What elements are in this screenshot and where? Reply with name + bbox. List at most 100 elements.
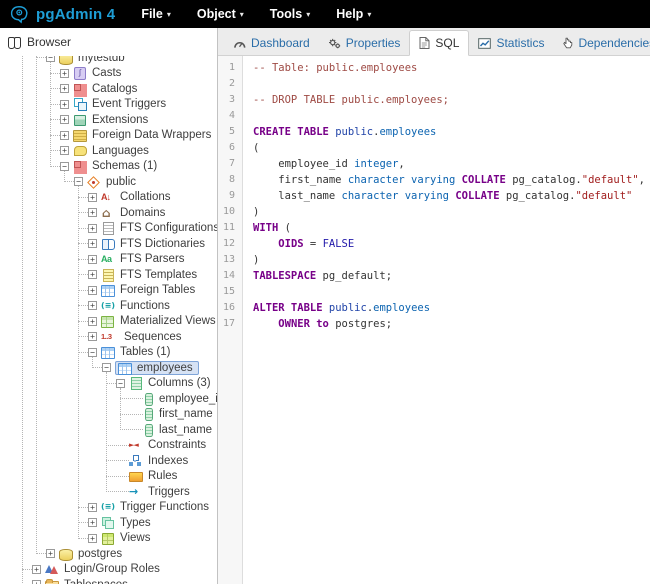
expand-toggle[interactable]: + [32,580,41,584]
tree-row[interactable]: +Materialized Views [0,314,217,330]
expand-toggle[interactable]: + [60,146,69,155]
tree-item-label[interactable]: Domains [118,207,167,219]
tree-row[interactable]: + FTS Parsers [0,252,217,268]
menu-help[interactable]: Help▾ [336,7,371,21]
tree-item-label[interactable]: Languages [90,145,151,157]
tree-row[interactable]: + FTS Dictionaries [0,236,217,252]
tree-item-label[interactable]: public [104,176,138,188]
expand-toggle[interactable]: + [88,239,97,248]
expand-toggle[interactable]: + [88,286,97,295]
tree-row[interactable]: + Types [0,515,217,531]
expand-toggle[interactable]: + [88,193,97,202]
tab-sql[interactable]: SQL [409,30,469,56]
tree-row[interactable]: Triggers [0,484,217,500]
tree-item-label[interactable]: FTS Parsers [118,253,187,265]
tree-item-label[interactable]: employees [135,362,195,374]
tree-item-label[interactable]: Constraints [146,439,208,451]
collapse-toggle[interactable]: − [116,379,125,388]
tree-item-label[interactable]: mytestdb [76,56,127,64]
tree-row[interactable]: +Trigger Functions [0,500,217,516]
tree-row[interactable]: + postgres [0,546,217,562]
tree-row[interactable]: + FTS Configurations [0,221,217,237]
collapse-toggle[interactable]: − [88,348,97,357]
expand-toggle[interactable]: + [60,100,69,109]
tree-item-label[interactable]: Types [118,517,153,529]
expand-toggle[interactable]: + [88,534,97,543]
tree-item-label[interactable]: Triggers [146,486,192,498]
expand-toggle[interactable]: + [60,131,69,140]
tab-properties[interactable]: Properties [319,31,410,55]
tree-row[interactable]: + Login/Group Roles [0,562,217,578]
tree-item-label[interactable]: Tablespaces [62,579,130,584]
expand-toggle[interactable]: + [88,255,97,264]
tree-item-label[interactable]: Functions [118,300,172,312]
tree-item-label[interactable]: Foreign Data Wrappers [90,129,213,141]
tree-row[interactable]: employee_id [0,391,217,407]
tree-item-label[interactable]: Extensions [90,114,150,126]
tree-row[interactable]: first_name [0,407,217,423]
tree-item-label[interactable]: Login/Group Roles [62,563,162,575]
tree-row[interactable]: − Schemas (1) [0,159,217,175]
tree-row[interactable]: + Tablespaces [0,577,217,584]
expand-toggle[interactable]: + [46,549,55,558]
tree-item-label[interactable]: Event Triggers [90,98,168,110]
tree-row[interactable]: + Event Triggers [0,97,217,113]
tree-row[interactable]: + Domains [0,205,217,221]
tree-row[interactable]: + Collations [0,190,217,206]
tree-item-label[interactable]: Catalogs [90,83,139,95]
expand-toggle[interactable]: + [60,69,69,78]
expand-toggle[interactable]: + [60,84,69,93]
tree-item-label[interactable]: Rules [146,470,179,482]
tree-row[interactable]: + FTS Templates [0,267,217,283]
expand-toggle[interactable]: + [88,208,97,217]
tree-item-label[interactable]: Columns (3) [146,377,213,389]
tree-item-label[interactable]: Tables (1) [118,346,173,358]
tree-row[interactable]: last_name [0,422,217,438]
tree-item-label[interactable]: employee_id [157,393,217,405]
tree-row[interactable]: Constraints [0,438,217,454]
tree-row[interactable]: + Extensions [0,112,217,128]
tree-item-label[interactable]: Schemas (1) [90,160,159,172]
menu-file[interactable]: File▾ [141,7,171,21]
tree-row[interactable]: + Casts [0,66,217,82]
collapse-toggle[interactable]: − [102,363,111,372]
tree-item-label[interactable]: FTS Configurations [118,222,217,234]
tree-row[interactable]: − Tables (1) [0,345,217,361]
tree-item-label[interactable]: Indexes [146,455,190,467]
tree-row[interactable]: − Columns (3) [0,376,217,392]
expand-toggle[interactable]: + [32,565,41,574]
tree-item-label[interactable]: first_name [157,408,215,420]
tree-item-label[interactable]: Foreign Tables [118,284,197,296]
tree-item-label[interactable]: FTS Dictionaries [118,238,207,250]
expand-toggle[interactable]: + [60,115,69,124]
object-browser-tree[interactable]: −mytestdb+Casts+Catalogs+Event Triggers+… [0,56,217,584]
tree-row[interactable]: −mytestdb [0,56,217,66]
expand-toggle[interactable]: + [88,332,97,341]
tab-dashboard[interactable]: Dashboard [224,31,319,55]
tree-item-label[interactable]: Materialized Views [118,315,217,327]
tree-row[interactable]: Rules [0,469,217,485]
collapse-toggle[interactable]: − [60,162,69,171]
tree-item-label[interactable]: postgres [76,548,124,560]
tree-row[interactable]: + Foreign Data Wrappers [0,128,217,144]
tree-row[interactable]: − employees [0,360,217,376]
tree-item-label[interactable]: Sequences [122,331,184,343]
tree-row[interactable]: + Foreign Tables [0,283,217,299]
tree-row[interactable]: +Views [0,531,217,547]
tab-statistics[interactable]: Statistics [469,31,553,55]
tree-row[interactable]: + Catalogs [0,81,217,97]
tree-item-label[interactable]: last_name [157,424,214,436]
menu-object[interactable]: Object▾ [197,7,244,21]
tree-item-label[interactable]: FTS Templates [118,269,199,281]
menu-tools[interactable]: Tools▾ [270,7,310,21]
tree-row[interactable]: + Languages [0,143,217,159]
tree-row[interactable]: −public [0,174,217,190]
tab-dependencies[interactable]: Dependencies [553,31,650,55]
expand-toggle[interactable]: + [88,301,97,310]
expand-toggle[interactable]: + [88,270,97,279]
expand-toggle[interactable]: + [88,224,97,233]
tree-row[interactable]: Indexes [0,453,217,469]
tree-item-label[interactable]: Collations [118,191,173,203]
expand-toggle[interactable]: + [88,518,97,527]
tree-item-label[interactable]: Casts [90,67,123,79]
